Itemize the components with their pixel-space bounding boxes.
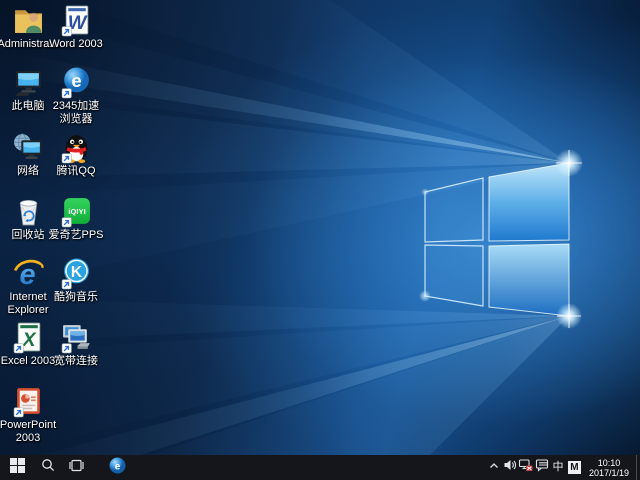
clock-date: 2017/1/19 [589,468,629,478]
iqiyi-icon: iQIYI [60,195,93,228]
task-view-button[interactable] [62,455,90,480]
desktop-icon-label: 网络 [17,165,39,178]
excel-icon: X [12,321,45,354]
desktop-icon-label: PowerPoint 2003 [0,419,56,445]
desktop-icon-label: 此电脑 [12,100,45,113]
windows-desktop-screen: Administra... W Word 2003 [0,0,640,480]
desktop-icon-broadband[interactable]: 宽带连接 [48,321,104,368]
desktop-icon-label: 酷狗音乐 [54,291,98,304]
2345-browser-taskbar-icon: e [109,457,126,479]
svg-text:e: e [114,461,120,472]
desktop-icon-label: 爱奇艺PPS [48,229,103,242]
search-icon [41,458,55,477]
computer-icon [12,66,45,99]
desktop-icon-word-2003[interactable]: W Word 2003 [48,4,104,51]
broadband-connection-icon [60,321,93,354]
desktop-icon-iqiyi-pps[interactable]: iQIYI 爱奇艺PPS [48,195,104,242]
hidden-icons-button[interactable] [486,455,502,480]
user-folder-icon [12,4,45,37]
ime-language-badge[interactable]: M [568,461,581,474]
messages-button[interactable] [534,455,550,480]
svg-text:iQIYI: iQIYI [68,207,86,216]
svg-text:K: K [70,264,82,281]
network-disconnected-icon [518,458,533,477]
taskbar: e [0,455,640,480]
network-status-button[interactable] [518,455,534,480]
desktop-icon-kugou-music[interactable]: K 酷狗音乐 [48,257,104,304]
desktop-icon-label: 腾讯QQ [56,165,95,178]
start-button[interactable] [0,455,34,480]
volume-button[interactable] [502,455,518,480]
word-icon: W [60,4,93,37]
desktop-background[interactable]: Administra... W Word 2003 [0,0,640,455]
ime-mode-indicator[interactable]: 中 [550,455,566,480]
desktop-icon-2345-browser[interactable]: e 2345加速浏览器 [48,66,104,126]
clock-time: 10:10 [589,458,629,468]
task-view-icon [69,459,84,477]
taskbar-clock[interactable]: 10:10 2017/1/19 [583,458,636,478]
internet-explorer-icon: e [12,257,45,290]
2345-browser-icon: e [60,66,93,99]
recycle-bin-icon [12,195,45,228]
svg-text:e: e [71,70,81,91]
qq-penguin-icon [60,131,93,164]
powerpoint-icon [12,385,45,418]
desktop-icon-label: Word 2003 [49,38,103,51]
desktop-icon-label: 回收站 [12,229,45,242]
system-tray: 中 M 10:10 2017/1/19 [486,455,640,480]
windows-logo-icon [10,458,25,478]
desktop-icon-powerpoint-2003[interactable]: PowerPoint 2003 [0,385,56,445]
message-bubble-icon [535,458,549,477]
chevron-up-icon [488,459,500,477]
network-icon [12,131,45,164]
desktop-icon-label: 2345加速浏览器 [48,100,104,126]
svg-text:X: X [21,329,37,351]
kugou-icon: K [60,257,93,290]
show-desktop-button[interactable] [636,455,640,480]
desktop-icon-label: 宽带连接 [54,355,98,368]
taskbar-2345-browser-button[interactable]: e [100,455,134,480]
search-button[interactable] [34,455,62,480]
speaker-icon [503,458,517,477]
desktop-icon-tencent-qq[interactable]: 腾讯QQ [48,131,104,178]
